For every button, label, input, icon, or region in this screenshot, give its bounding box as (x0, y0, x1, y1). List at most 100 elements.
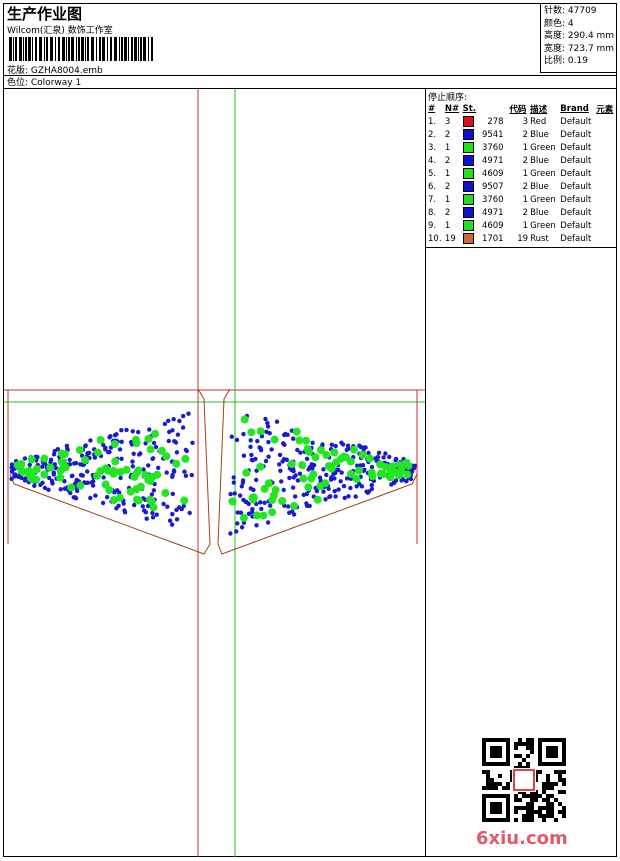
stat-row: 针数: 47709 (544, 5, 617, 18)
cell-n: 5. (428, 168, 437, 179)
cell-needle: 2 (444, 129, 451, 140)
cell-needle: 1 (444, 194, 451, 205)
color-swatch (462, 142, 474, 153)
cell-st: 4971 (462, 206, 509, 219)
stat-label: 高度: (544, 31, 568, 41)
table-row: 8. 2 4971 2 Blue Default (427, 206, 616, 219)
sequence-table: # N# St. 代码 描述 Brand 元素 1. 3 278 3 Red Default 2. 2 … (427, 103, 616, 245)
cell-desc: Rust (530, 233, 549, 244)
color-swatch (462, 155, 474, 166)
table-row: 5. 1 4609 1 Green Default (427, 167, 616, 180)
cell-brand: Default (560, 207, 592, 218)
cell-desc: Blue (530, 181, 549, 192)
stat-value: 290.4 mm (567, 31, 615, 41)
cell-element (595, 219, 616, 232)
cell-code: 2 (522, 155, 529, 166)
stitch-count: 278 (487, 117, 504, 127)
cell-st: 4609 (462, 167, 509, 180)
cell-n: 9. (428, 220, 437, 231)
cell-code: 2 (522, 207, 529, 218)
cell-code: 1 (522, 194, 529, 205)
cell-element (595, 167, 616, 180)
cell-desc: Green (530, 220, 556, 231)
column-header: 元素 (596, 105, 614, 115)
column-header: 代码 (509, 105, 527, 115)
cell-element (595, 206, 616, 219)
stat-label: 宽度: (544, 43, 568, 54)
column-header: # (428, 104, 436, 114)
cell-code: 1 (522, 168, 529, 179)
cell-desc: Green (530, 194, 556, 205)
color-swatch (462, 181, 474, 192)
cell-element (595, 180, 616, 193)
cell-n: 10. (428, 233, 442, 244)
stats-panel: 针数: 47709 颜色: 4 高度: 290.4 mm 宽度: 723.7 mm 比例… (540, 3, 617, 73)
stitch-count: 3760 (481, 195, 504, 205)
stat-row: 宽度: 723.7 mm (544, 43, 617, 56)
studio-name: Wilcom(汇泉) 数饰工作室 (7, 26, 113, 36)
cell-element (595, 115, 616, 128)
cell-needle: 2 (444, 181, 451, 192)
cell-n: 3. (428, 142, 437, 153)
stitch-count: 4971 (481, 208, 504, 218)
cell-desc: Green (530, 142, 556, 153)
stitch-count: 9507 (481, 182, 504, 192)
stitch-count: 4609 (481, 169, 504, 179)
cell-needle: 2 (444, 207, 451, 218)
stat-value: 47709 (567, 6, 597, 16)
cell-needle: 1 (444, 168, 451, 179)
color-swatch (462, 129, 474, 140)
table-row: 3. 1 3760 1 Green Default (427, 141, 616, 154)
stitch-count: 3760 (481, 143, 504, 153)
cell-brand: Default (560, 220, 592, 231)
cell-code: 19 (517, 233, 529, 244)
stat-row: 比例: 0.19 (544, 55, 617, 68)
cell-n: 6. (428, 181, 437, 192)
watermark-logo: 6xiu.com (476, 828, 568, 849)
stat-value: 0.19 (567, 56, 588, 66)
stitch-count: 4609 (481, 221, 504, 231)
cell-brand: Default (560, 116, 592, 127)
column-header: 描述 (530, 105, 548, 115)
cell-brand: Default (560, 155, 592, 166)
cell-st: 3760 (462, 141, 509, 154)
cell-st: 1701 (462, 232, 509, 245)
cell-element (595, 128, 616, 141)
color-swatch (462, 207, 474, 218)
cell-desc: Blue (530, 155, 549, 166)
cell-n: 7. (428, 194, 437, 205)
stat-label: 比例: (544, 56, 568, 66)
cell-brand: Default (560, 129, 592, 140)
cell-st: 278 (462, 115, 509, 128)
cell-element (595, 232, 616, 245)
stat-label: 针数: (544, 6, 568, 16)
table-row: 4. 2 4971 2 Blue Default (427, 154, 616, 167)
colorway: 色位: Colorway 1 (7, 78, 82, 88)
column-header: St. (462, 104, 477, 114)
table-row: 7. 1 3760 1 Green Default (427, 193, 616, 206)
column-header: N# (444, 104, 460, 114)
table-row: 10. 19 1701 19 Rust Default (427, 232, 616, 245)
header: 生产作业图 Wilcom(汇泉) 数饰工作室 花版: GZHA8004.emb … (3, 3, 617, 89)
cell-st: 4971 (462, 154, 509, 167)
embroidery-preview (4, 89, 425, 857)
cell-desc: Blue (530, 207, 549, 218)
stat-value: 4 (567, 18, 574, 29)
cell-code: 1 (522, 142, 529, 153)
cell-brand: Default (560, 168, 592, 179)
cell-code: 2 (522, 181, 529, 192)
stitch-count: 4971 (481, 156, 504, 166)
color-swatch (462, 168, 474, 179)
cell-brand: Default (560, 194, 592, 205)
cell-code: 1 (522, 220, 529, 231)
cell-element (595, 193, 616, 206)
cell-brand: Default (560, 142, 592, 153)
cell-needle: 3 (444, 116, 451, 127)
table-row: 1. 3 278 3 Red Default (427, 115, 616, 128)
table-row: 9. 1 4609 1 Green Default (427, 219, 616, 232)
cell-st: 9541 (462, 128, 509, 141)
header-divider (3, 75, 617, 76)
table-row: 2. 2 9541 2 Blue Default (427, 128, 616, 141)
cell-n: 8. (428, 207, 437, 218)
cell-n: 4. (428, 155, 437, 166)
